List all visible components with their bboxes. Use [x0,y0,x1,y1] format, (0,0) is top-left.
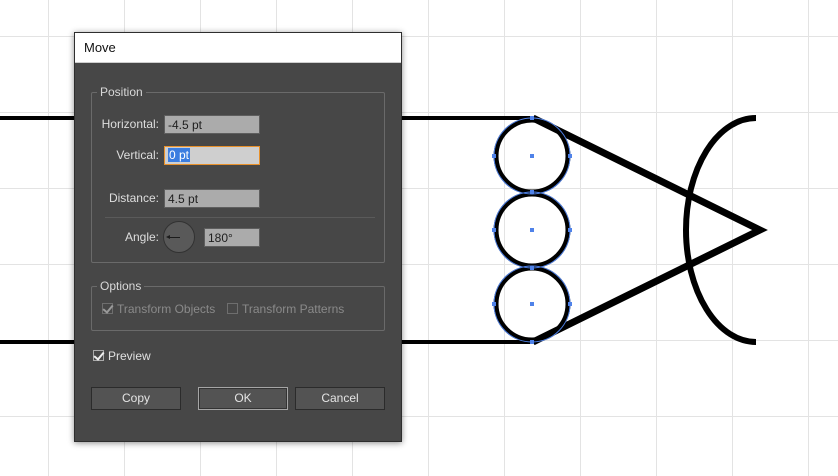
anchor-points[interactable] [492,116,572,344]
distance-field[interactable] [164,189,260,208]
anchor-point-icon[interactable] [492,154,496,158]
anchor-point-icon[interactable] [568,302,572,306]
position-legend: Position [100,85,143,99]
checkmark-icon [102,302,114,314]
horizontal-label: Horizontal: [101,117,159,131]
copy-button[interactable]: Copy [91,387,181,410]
transform-patterns-checkbox[interactable] [227,303,238,314]
anchor-point-icon[interactable] [492,302,496,306]
angle-label: Angle: [124,230,159,244]
preview-label: Preview [108,349,151,363]
dialog-titlebar[interactable]: Move [75,33,401,63]
vertical-field[interactable]: 0 pt [164,146,260,165]
horizontal-field[interactable] [164,115,260,134]
preview-checkbox[interactable] [93,349,105,361]
position-group: Position Horizontal: Vertical: 0 pt Dist… [91,85,385,263]
vertical-field-selected-text: 0 pt [168,148,191,162]
angle-dial-icon[interactable] [163,221,195,253]
anchor-point-icon[interactable] [568,154,572,158]
anchor-point-icon[interactable] [530,266,534,270]
distance-label: Distance: [108,191,159,205]
anchor-point-icon[interactable] [530,228,534,232]
dialog-title: Move [84,40,116,55]
angle-dial-needle-head [166,235,170,239]
anchor-point-icon[interactable] [530,340,534,344]
angle-field[interactable] [204,228,260,247]
anchor-point-icon[interactable] [530,190,534,194]
move-dialog: Move Position Horizontal: Vertical: 0 pt… [74,32,402,442]
checkmark-icon [93,349,105,361]
position-separator [105,217,375,218]
ok-button[interactable]: OK [198,387,288,410]
options-group: Options Transform Objects Transform Patt… [91,279,385,331]
transform-patterns-label: Transform Patterns [242,302,345,316]
vertical-label: Vertical: [116,148,159,162]
cone-dome [683,115,757,345]
anchor-point-icon[interactable] [530,302,534,306]
anchor-point-icon[interactable] [568,228,572,232]
options-legend: Options [100,279,142,293]
anchor-point-icon[interactable] [492,228,496,232]
anchor-point-icon[interactable] [530,154,534,158]
transform-objects-checkbox[interactable] [102,302,114,314]
anchor-point-icon[interactable] [530,116,534,120]
cancel-button[interactable]: Cancel [295,387,385,410]
transform-objects-label: Transform Objects [117,302,216,316]
